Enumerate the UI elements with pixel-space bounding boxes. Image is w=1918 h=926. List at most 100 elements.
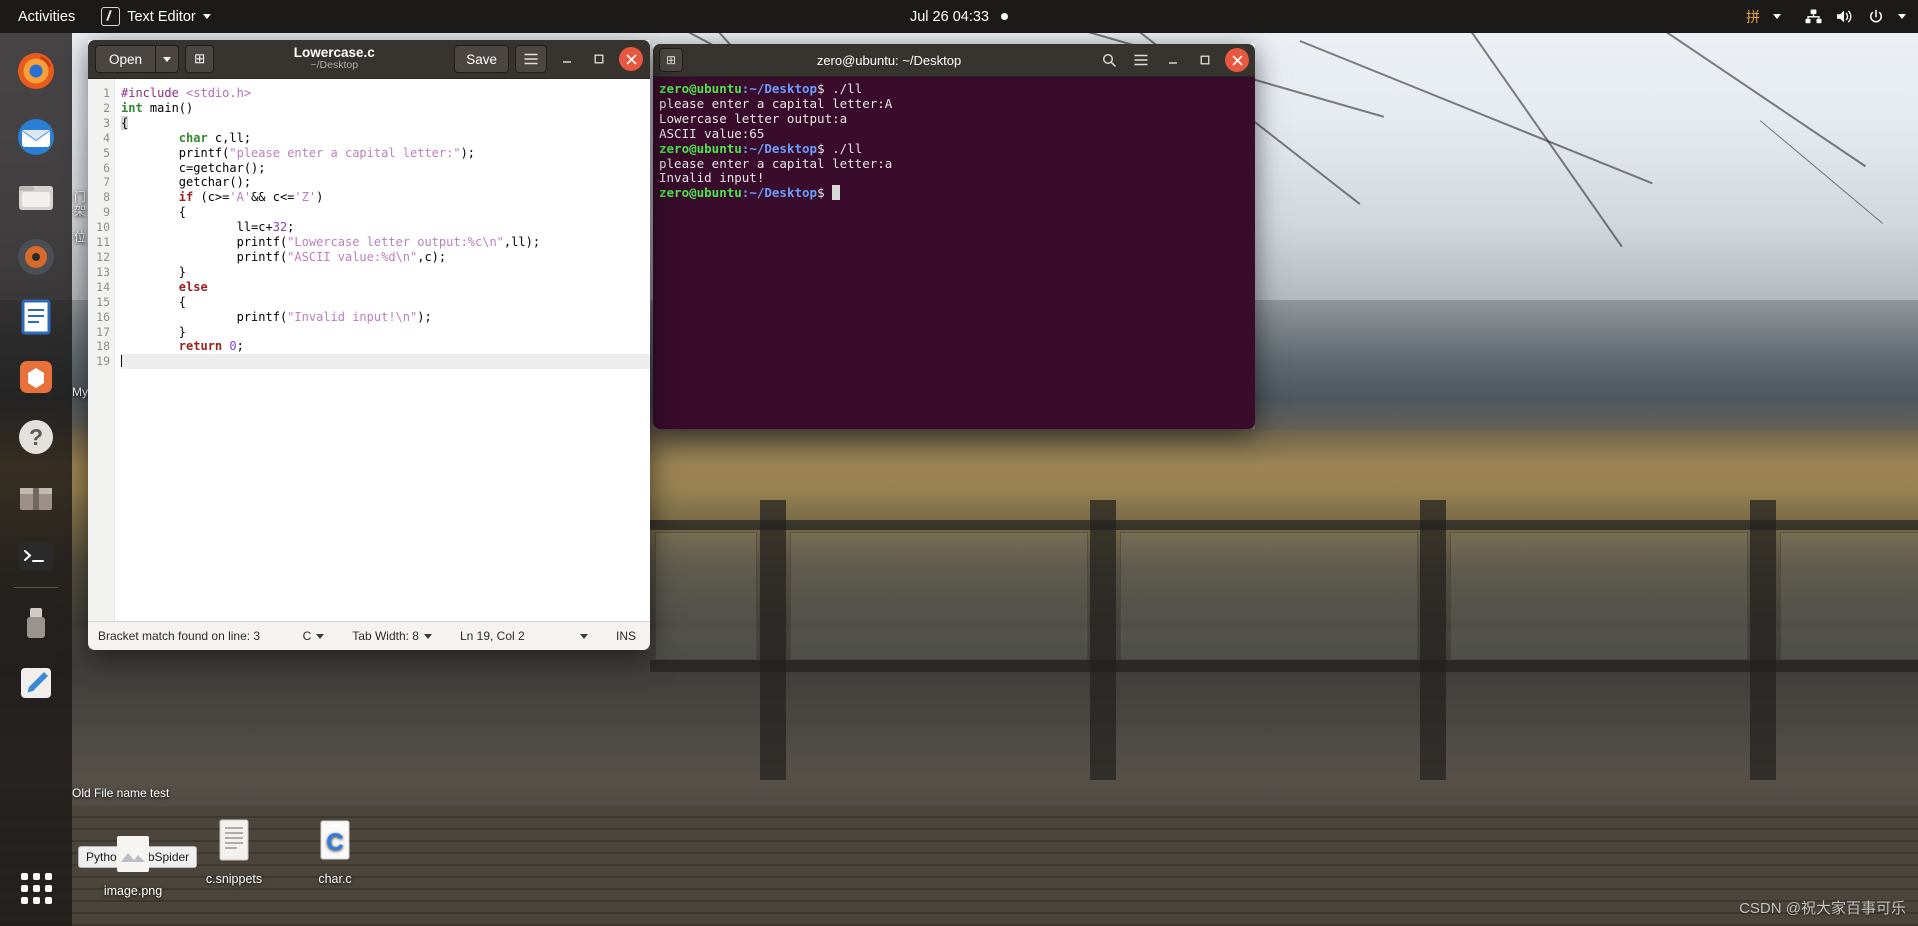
desktop-icon-image-png[interactable]: image.png [85,830,181,898]
terminal-output[interactable]: zero@ubuntu:~/Desktop$ ./ll please enter … [653,77,1255,429]
dock-item-archive-manager[interactable] [8,469,64,525]
app-menu-button[interactable]: Text Editor [89,7,223,26]
code-line: else [178,279,208,294]
hamburger-menu-icon[interactable] [515,45,547,73]
open-button[interactable]: Open [95,45,156,73]
dock-item-text-editor[interactable] [8,655,64,711]
line-number: 14 [96,279,110,294]
desktop-icon-char-c[interactable]: C char.c [287,818,383,886]
system-status-area[interactable]: 拼 [1746,7,1906,27]
terminal-header-bar[interactable]: ⊞ zero@ubuntu: ~/Desktop [653,44,1255,77]
editor-title-block: Lowercase.c ~/Desktop [220,45,448,72]
maximize-icon[interactable] [587,47,611,71]
new-tab-icon[interactable]: ⊞ [185,45,215,73]
grid-dot [20,884,28,892]
text-editor-icon [21,668,51,698]
wallpaper-post [1090,500,1116,780]
activities-button[interactable]: Activities [0,9,89,25]
language-selector[interactable]: C [289,629,339,643]
terminal-path: :~/Desktop [741,140,818,156]
code-line: getchar(); [121,175,252,190]
bracket-match-message: Bracket match found on line: 3 [98,629,261,643]
code-line: } [121,264,187,279]
text-editor-window[interactable]: Open ⊞ Lowercase.c ~/Desktop Save 123456… [88,40,650,650]
line-number: 12 [96,249,110,264]
maximize-icon[interactable] [1193,48,1217,72]
language-label: C [302,629,312,643]
top-bar: Activities Text Editor Jul 26 04:33 拼 [0,0,1918,33]
cursor-position-selector[interactable]: Ln 19, Col 2 [446,629,602,643]
input-method-icon[interactable]: 拼 [1746,7,1760,27]
code-line: { [121,294,187,309]
editor-header-bar[interactable]: Open ⊞ Lowercase.c ~/Desktop Save [88,40,650,79]
help-icon: ? [19,420,53,454]
grid-dot [32,896,40,904]
grid-dot [20,872,28,880]
volume-icon [1836,9,1854,24]
terminal-output-line: please enter a capital letter:A [659,95,893,111]
new-tab-icon[interactable]: ⊞ [659,48,683,72]
line-number: 18 [96,339,110,354]
grid-dot [44,896,52,904]
minimize-icon[interactable] [555,47,579,71]
dock-item-thunderbird[interactable] [8,109,64,165]
watermark: CSDN @祝大家百事可乐 [1739,900,1906,917]
dock-item-libreoffice-writer[interactable] [8,289,64,345]
show-applications-button[interactable] [8,860,64,916]
desktop-partial-label: Old File name test [72,786,170,800]
clock-menu-button[interactable]: Jul 26 04:33 [910,9,1009,25]
dock-item-files[interactable] [8,169,64,225]
grid-dot [44,884,52,892]
code-line: printf("Invalid input!\n"); [121,309,432,324]
line-number: 8 [103,190,110,205]
dock-item-help[interactable]: ? [8,409,64,465]
dock-item-rhythmbox[interactable] [8,229,64,285]
dock[interactable]: ? [0,33,72,926]
close-icon[interactable] [619,47,643,71]
minimize-icon[interactable] [1161,48,1185,72]
line-number: 7 [103,175,110,190]
line-number: 11 [96,235,110,250]
terminal-prompt-line: zero@ubuntu:~/Desktop$ ./ll [659,140,1249,157]
archive-manager-icon [20,488,52,510]
code-area[interactable]: #include <stdio.h> int main() { char c,l… [115,79,650,621]
desktop-side-text-2: 位 [74,230,87,244]
terminal-path: :~/Desktop [741,81,818,96]
dock-item-firefox[interactable] [8,43,64,99]
search-icon[interactable] [1097,48,1121,72]
line-number: 17 [96,324,110,339]
code-line: printf("please enter a capital letter:")… [121,145,476,160]
tab-width-label: Tab Width: 8 [352,629,419,643]
insert-mode-label: INS [615,629,636,643]
code-line: printf("Lowercase letter output:%c\n",ll… [121,235,541,250]
code-line: char c,ll; [178,130,252,145]
wallpaper-glass-panel [1780,532,1918,660]
dock-item-usb-drive[interactable] [8,595,64,651]
text-editor-icon [101,7,121,26]
wallpaper-railing [650,520,1918,530]
terminal-command: $ [817,185,833,201]
close-icon[interactable] [1225,48,1249,72]
dock-item-terminal[interactable] [8,529,64,585]
files-icon [19,186,53,210]
wallpaper-glass-panel [1450,532,1748,660]
code-line [121,354,650,370]
line-number: 15 [96,294,110,309]
hamburger-menu-icon[interactable] [1129,48,1153,72]
desktop-icon-c-snippets[interactable]: c.snippets [186,818,282,886]
terminal-cursor [832,185,840,201]
terminal-window[interactable]: ⊞ zero@ubuntu: ~/Desktop zero@ubuntu:~/D… [653,44,1255,429]
terminal-path: :~/Desktop [741,185,818,201]
editor-body[interactable]: 1 2 3 4 5 6 7 8 9 10 11 12 13 14 15 16 17 18 19 #include <… [88,79,650,621]
terminal-title: zero@ubuntu: ~/Desktop [816,52,962,68]
chevron-down-icon [423,633,432,639]
terminal-user: zero@ubuntu [659,185,742,201]
wallpaper-glass-panel [790,532,1088,660]
wallpaper-glass-panel [655,532,757,660]
dock-item-ubuntu-software[interactable] [8,349,64,405]
open-dropdown-button[interactable] [155,45,180,73]
terminal-output-line: ASCII value:65 [659,125,765,141]
terminal-prompt-line: zero@ubuntu:~/Desktop$ [659,185,1249,201]
tab-width-selector[interactable]: Tab Width: 8 [338,629,446,643]
save-button[interactable]: Save [454,45,509,73]
